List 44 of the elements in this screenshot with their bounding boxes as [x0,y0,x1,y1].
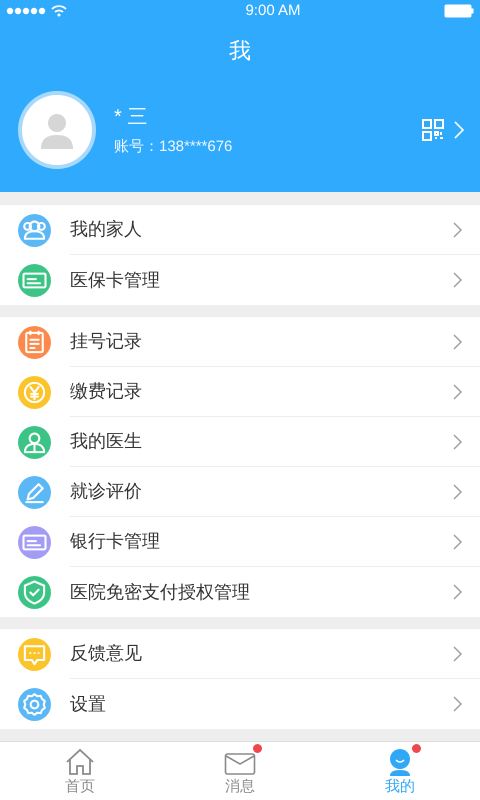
menu-item-label: 挂号记录 [70,330,142,353]
account-number: 账号：138****676 [114,136,232,157]
mail-icon [224,752,256,776]
menu-item[interactable]: 银行卡管理 [0,517,480,567]
menu-item-label: 银行卡管理 [70,530,160,553]
menu-item[interactable]: 缴费记录 [0,367,480,417]
user-name: * 三 [114,104,148,130]
menu-item-label: 医院免密支付授权管理 [70,580,250,604]
chevron-right-icon [453,646,462,662]
menu-item-label: 我的医生 [70,430,142,453]
menu-item[interactable]: 医保卡管理 [0,255,480,305]
menu-item-label: 我的家人 [70,218,142,241]
menu-item[interactable]: 就诊评价 [0,467,480,517]
battery-icon [444,4,474,18]
chevron-right-icon [453,272,462,288]
qr-code-icon[interactable] [422,119,444,141]
page-title: 我 [229,36,251,64]
tab-label: 首页 [65,776,95,796]
menu-item[interactable]: 挂号记录 [0,317,480,367]
menu-item-label: 缴费记录 [70,380,142,403]
chevron-right-icon [453,696,462,712]
person-silhouette-icon [39,111,75,149]
menu-item-label: 反馈意见 [70,642,142,665]
chevron-right-icon [453,584,462,600]
menu-item[interactable]: 医院免密支付授权管理 [0,567,480,617]
tab-label: 我的 [385,776,415,796]
tab-label: 消息 [225,776,255,796]
chevron-right-icon [453,484,462,500]
chevron-right-icon [453,384,462,400]
chevron-right-icon [453,534,462,550]
menu-item[interactable]: 我的家人 [0,205,480,255]
home-icon [64,748,96,776]
menu-item[interactable]: 反馈意见 [0,629,480,679]
chevron-right-icon [453,434,462,450]
chevron-right-icon[interactable] [454,121,464,139]
menu-item[interactable]: 设置 [0,679,480,729]
chevron-right-icon [453,222,462,238]
menu-item-label: 医保卡管理 [70,268,160,292]
status-time: 9:00 AM [245,0,301,21]
menu-item-label: 就诊评价 [70,480,142,503]
signal-wifi-icon [6,5,68,17]
chevron-right-icon [453,334,462,350]
menu-item[interactable]: 我的医生 [0,417,480,467]
menu-item-label: 设置 [70,692,106,716]
